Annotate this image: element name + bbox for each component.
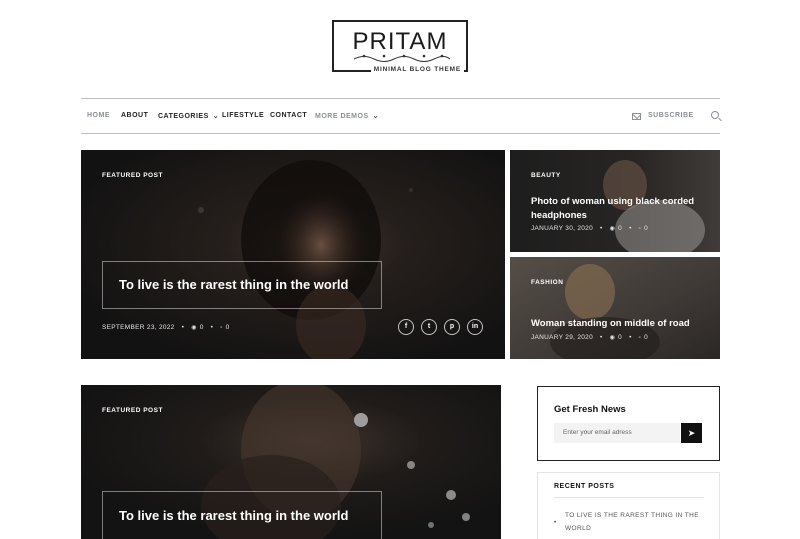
post-tag: FEATURED POST: [102, 172, 163, 179]
view-count: 0: [618, 225, 623, 232]
pinterest-icon[interactable]: p: [444, 319, 460, 335]
post-title[interactable]: To live is the rarest thing in the world: [119, 508, 348, 523]
logo-title: PRITAM: [352, 28, 448, 55]
main-nav: HOME ABOUT CATEGORIES ⌄ LIFESTYLE CONTACT…: [81, 98, 720, 134]
send-icon: ➤: [687, 428, 696, 438]
linkedin-icon[interactable]: in: [467, 319, 483, 335]
mail-icon[interactable]: [632, 113, 641, 120]
comment-count: 0: [644, 225, 648, 232]
view-count: 0: [618, 334, 623, 341]
search-icon[interactable]: [711, 111, 719, 119]
comment-icon: ▫: [638, 226, 642, 232]
comment-icon: ▫: [220, 325, 223, 331]
newsletter-widget: Get Fresh News Enter your email adress ➤: [537, 386, 720, 461]
post-date: SEPTEMBER 23, 2022: [102, 324, 175, 331]
post-tag: FEATURED POST: [102, 407, 163, 414]
nav-item-lifestyle[interactable]: LIFESTYLE: [222, 112, 264, 119]
send-button[interactable]: ➤: [681, 423, 702, 443]
nav-item-contact[interactable]: CONTACT: [270, 112, 307, 119]
view-count: 0: [199, 324, 204, 331]
site-logo[interactable]: PRITAM MINIMAL BLOG THEME: [332, 20, 468, 73]
logo-flourish-icon: [353, 54, 451, 62]
nav-item-label: CONTACT: [270, 112, 308, 119]
image-overlay: [510, 257, 720, 359]
subscribe-link[interactable]: SUBSCRIBE: [648, 112, 694, 119]
recent-posts-title: RECENT POSTS: [554, 483, 615, 490]
post-meta: JANUARY 30, 2020 • ◉ 0 • ▫ 0: [531, 225, 648, 232]
comment-count: 0: [225, 324, 230, 331]
newsletter-title: Get Fresh News: [554, 404, 626, 415]
recent-post-link[interactable]: TO LIVE IS THE RAREST THING IN THE WORLD: [565, 509, 705, 535]
post-meta: JANUARY 29, 2020 • ◉ 0 • ▫ 0: [531, 334, 648, 341]
featured-post-card[interactable]: FEATURED POST To live is the rarest thin…: [81, 150, 505, 359]
nav-item-about[interactable]: ABOUT: [121, 112, 148, 119]
post-tag: FASHION: [531, 279, 564, 286]
nav-item-label: MORE DEMOS: [315, 113, 369, 120]
featured-post-card-2[interactable]: FEATURED POST To live is the rarest thin…: [81, 385, 501, 539]
chevron-down-icon: ⌄: [212, 113, 220, 120]
bullet-icon: •: [554, 520, 557, 526]
email-input[interactable]: Enter your email adress: [554, 423, 680, 443]
nav-item-label: LIFESTYLE: [222, 112, 265, 119]
recent-posts-widget: RECENT POSTS • TO LIVE IS THE RAREST THI…: [537, 472, 720, 539]
post-title[interactable]: Woman standing on middle of road: [531, 317, 716, 331]
post-date: JANUARY 29, 2020: [531, 334, 594, 341]
nav-item-categories[interactable]: CATEGORIES ⌄: [158, 112, 219, 120]
post-tag: BEAUTY: [531, 172, 561, 179]
post-title[interactable]: Photo of woman using black corded headph…: [531, 195, 711, 223]
post-title[interactable]: To live is the rarest thing in the world: [119, 277, 348, 292]
eye-icon: ◉: [191, 325, 197, 331]
twitter-icon[interactable]: t: [421, 319, 437, 335]
comment-icon: ▫: [638, 335, 642, 341]
side-post-card[interactable]: BEAUTY Photo of woman using black corded…: [510, 150, 720, 252]
nav-item-label: ABOUT: [121, 112, 149, 119]
post-meta: SEPTEMBER 23, 2022 • ◉ 0 • ▫ 0: [102, 324, 230, 331]
comment-count: 0: [644, 334, 648, 341]
post-date: JANUARY 30, 2020: [531, 225, 594, 232]
nav-item-label: HOME: [87, 112, 110, 119]
nav-item-more-demos[interactable]: MORE DEMOS ⌄: [315, 112, 379, 120]
nav-item-label: CATEGORIES: [158, 113, 209, 120]
eye-icon: ◉: [609, 335, 616, 341]
eye-icon: ◉: [609, 226, 616, 232]
chevron-down-icon: ⌄: [372, 113, 379, 120]
logo-tagline: MINIMAL BLOG THEME: [370, 66, 464, 73]
divider: [554, 497, 704, 498]
facebook-icon[interactable]: f: [398, 319, 414, 335]
nav-item-home[interactable]: HOME: [87, 112, 110, 119]
side-post-card[interactable]: FASHION Woman standing on middle of road…: [510, 257, 720, 359]
